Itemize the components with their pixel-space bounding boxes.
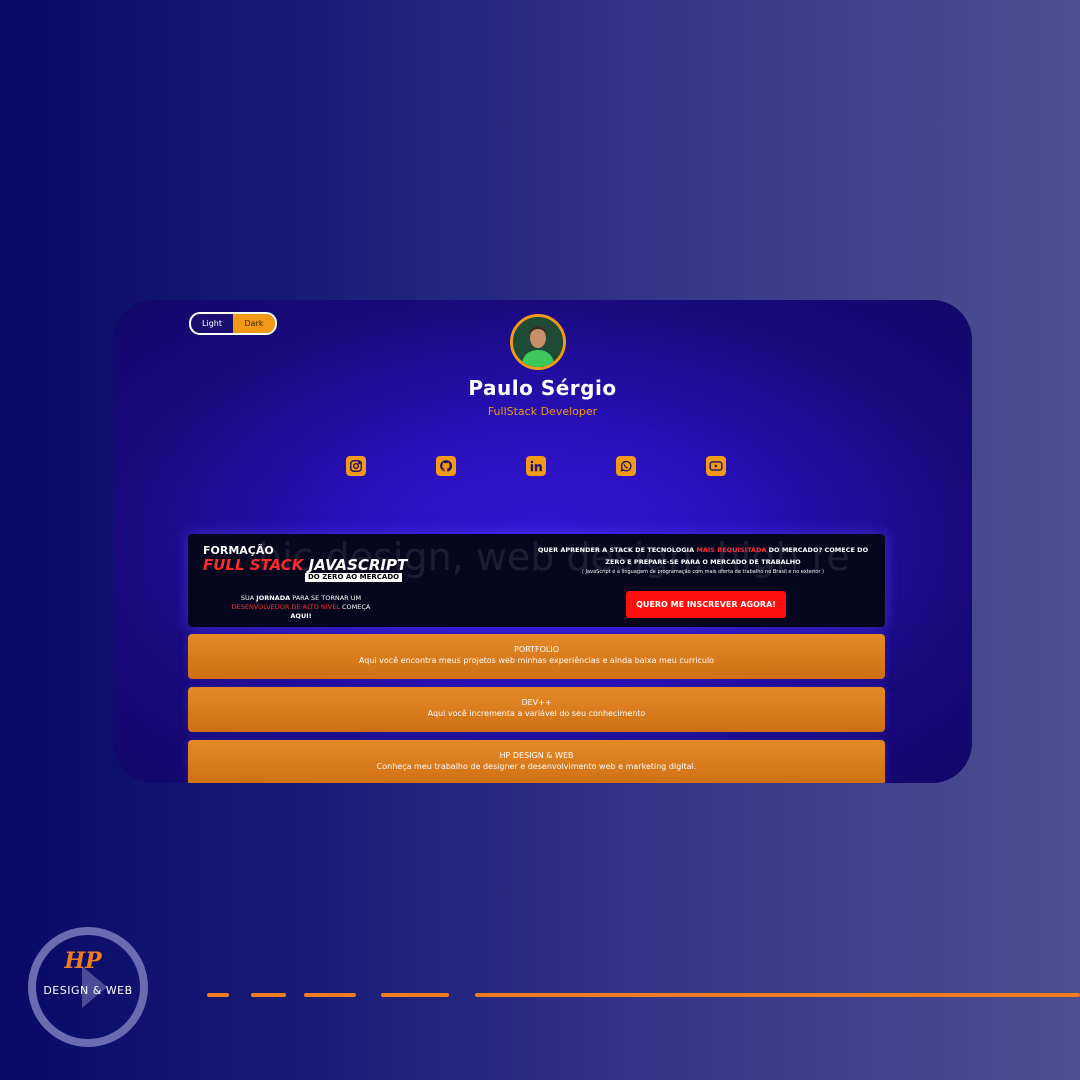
link-dev-plus-plus[interactable]: DEV++ Aqui você incrementa a variável do…	[188, 687, 885, 732]
banner-question: QUER APRENDER A STACK DE TECNOLOGIA MAIS…	[537, 546, 869, 566]
link-hp-design-web[interactable]: HP DESIGN & WEB Conheça meu trabalho de …	[188, 740, 885, 783]
whatsapp-icon[interactable]	[616, 456, 636, 476]
link-description: Aqui você encontra meus projetos web min…	[358, 656, 715, 665]
youtube-icon[interactable]	[706, 456, 726, 476]
link-title: HP DESIGN & WEB	[499, 751, 574, 760]
avatar	[510, 314, 566, 370]
link-portfolio[interactable]: PORTFOLIO Aqui você encontra meus projet…	[188, 634, 885, 679]
linkedin-icon[interactable]	[526, 456, 546, 476]
decorative-dash	[381, 993, 449, 997]
banner-zero-label: DO ZERO AO MERCADO	[305, 573, 403, 582]
banner-full-stack: FULL STACK	[203, 556, 304, 574]
banner-course-title: FULL STACK JAVASCRIPT	[203, 556, 407, 574]
theme-dark-option[interactable]: Dark	[233, 314, 275, 333]
profile-role: FullStack Developer	[487, 405, 598, 418]
link-description: Conheça meu trabalho de designer e desen…	[376, 762, 697, 771]
theme-toggle[interactable]: Light Dark	[189, 312, 277, 335]
banner-js-note: ( JavaScript é a linguagem de programaçã…	[582, 569, 824, 575]
banner-javascript: JAVASCRIPT	[308, 556, 408, 574]
course-banner[interactable]: hic design, web design, high re FORMAÇÃO…	[188, 534, 885, 627]
link-description: Aqui você incrementa a variável do seu c…	[427, 709, 646, 718]
github-icon[interactable]	[436, 456, 456, 476]
decorative-dash	[251, 993, 286, 997]
avatar-image	[513, 317, 563, 367]
profile-name: Paulo Sérgio	[468, 376, 617, 400]
instagram-icon[interactable]	[346, 456, 366, 476]
enroll-button[interactable]: QUERO ME INSCREVER AGORA!	[626, 591, 786, 618]
decorative-dash	[207, 993, 229, 997]
profile-card: Light Dark Paulo Sérgio FullStack Develo…	[113, 300, 972, 783]
banner-jornada-text: SUA JORNADA PARA SE TORNAR UM DESENVOLVE…	[231, 594, 371, 620]
brand-monogram: HP	[63, 948, 103, 974]
brand-logo-text: DESIGN & WEB	[43, 984, 133, 997]
theme-light-option[interactable]: Light	[191, 314, 233, 333]
decorative-line	[475, 993, 1080, 997]
social-links	[113, 456, 972, 478]
brand-logo: HP DESIGN & WEB	[27, 926, 149, 1048]
link-title: PORTFOLIO	[514, 645, 559, 654]
link-title: DEV++	[521, 698, 552, 707]
decorative-dash	[304, 993, 356, 997]
